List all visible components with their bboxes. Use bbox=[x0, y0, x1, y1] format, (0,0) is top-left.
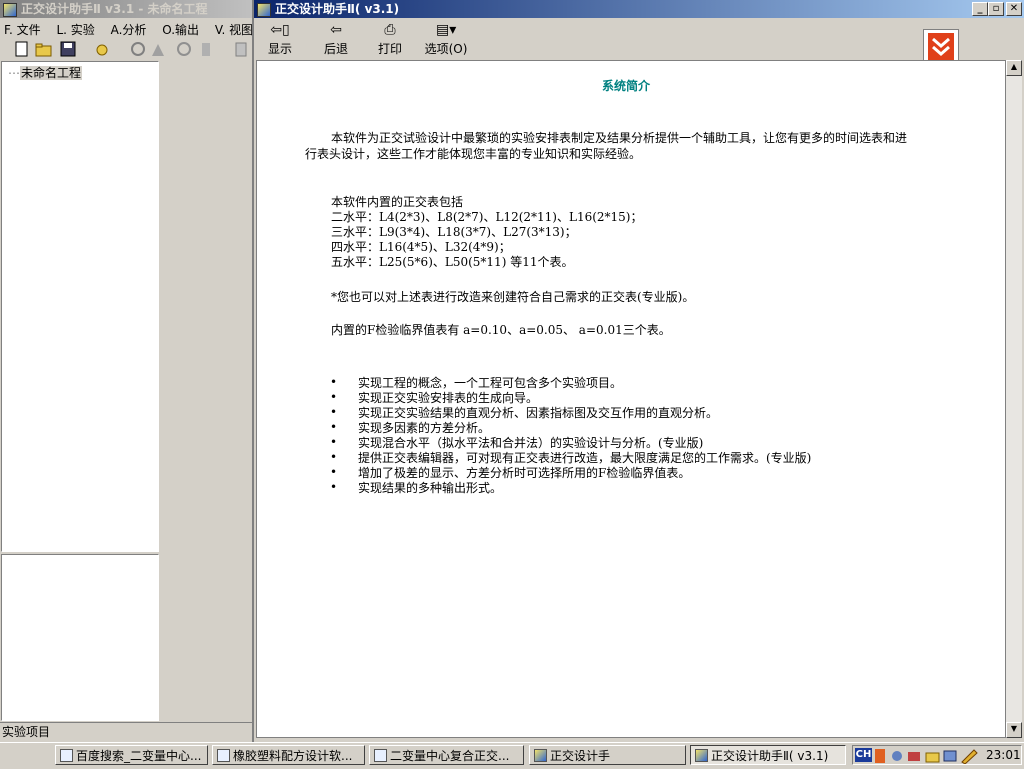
bullet-icon: • bbox=[330, 465, 338, 479]
scroll-down-button[interactable]: ▼ bbox=[1006, 722, 1022, 738]
back-button[interactable]: ⇦ 后退 bbox=[312, 22, 360, 57]
wizard-icon[interactable] bbox=[96, 44, 108, 56]
bullet-icon: • bbox=[330, 390, 338, 404]
printer-icon: ⎙ bbox=[384, 22, 396, 38]
menu-file[interactable]: F. 文件 bbox=[4, 23, 41, 37]
taskbar-button-rubber[interactable]: 橡胶塑料配方设计软... bbox=[212, 745, 365, 765]
ie-icon bbox=[60, 749, 73, 762]
close-button[interactable]: ✕ bbox=[1006, 2, 1022, 16]
menu-bar: F. 文件 L. 实验 A.分析 O.输出 V. 视图 bbox=[4, 21, 252, 37]
print-label: 打印 bbox=[377, 42, 402, 56]
system-tray: CH 23:01 bbox=[852, 745, 1022, 765]
tools-icon[interactable] bbox=[202, 43, 210, 56]
options-button[interactable]: ▤▾ 选项(O) bbox=[418, 22, 474, 57]
menu-view[interactable]: V. 视图 bbox=[215, 23, 252, 37]
refresh-icon[interactable] bbox=[177, 42, 191, 56]
network-tray-icon[interactable] bbox=[908, 752, 920, 761]
taskbar-button-orthogonal[interactable]: 正交设计手 bbox=[529, 745, 686, 765]
show-button[interactable]: ⇦▯ 显示 bbox=[256, 22, 304, 57]
download-tray-icon[interactable] bbox=[875, 749, 885, 763]
ie-icon bbox=[217, 749, 230, 762]
double-chevron-down-icon bbox=[928, 33, 954, 61]
table-row: 五水平：L25(5*6)、L50(5*11) 等11个表。 bbox=[331, 255, 574, 269]
help-app-icon bbox=[695, 749, 708, 762]
bullet-icon: • bbox=[330, 405, 338, 419]
clock[interactable]: 23:01 bbox=[986, 746, 1021, 764]
back-arrow-icon: ⇦ bbox=[330, 22, 342, 38]
main-window-title: 正交设计助手Ⅱ v3.1 - 未命名工程 bbox=[21, 2, 208, 16]
status-bar: 实验项目 bbox=[0, 722, 254, 741]
task-label: 二变量中心复合正交... bbox=[390, 749, 510, 763]
bullet-icon: • bbox=[330, 420, 338, 434]
options-label: 选项(O) bbox=[424, 42, 468, 56]
status-text: 实验项目 bbox=[2, 725, 51, 739]
project-tree[interactable]: ⋯未命名工程 bbox=[1, 61, 159, 552]
list-item: 实现结果的多种输出形式。 bbox=[358, 481, 503, 495]
tree-root-item[interactable]: 未命名工程 bbox=[20, 66, 83, 80]
bullet-icon: • bbox=[330, 375, 338, 389]
help-app-icon bbox=[257, 2, 271, 17]
taskbar-button-help[interactable]: 正交设计助手Ⅱ( v3.1) bbox=[690, 745, 846, 765]
task-label: 橡胶塑料配方设计软... bbox=[233, 749, 353, 763]
print-button[interactable]: ⎙ 打印 bbox=[366, 22, 414, 57]
taskbar-button-twovar[interactable]: 二变量中心复合正交... bbox=[369, 745, 524, 765]
show-label: 显示 bbox=[267, 42, 292, 56]
note-f-table: 内置的F检验临界值表有 a=0.10、a=0.05、 a=0.01三个表。 bbox=[331, 323, 671, 337]
monitor-tray-icon[interactable] bbox=[943, 750, 957, 762]
main-toolbar bbox=[2, 39, 252, 59]
menu-output[interactable]: O.输出 bbox=[162, 23, 199, 37]
chart-icon[interactable] bbox=[152, 44, 164, 56]
app-icon bbox=[3, 2, 17, 17]
task-label: 正交设计手 bbox=[550, 749, 611, 763]
bullet-icon: • bbox=[330, 480, 338, 494]
window-border bbox=[252, 0, 254, 742]
analysis-icon[interactable] bbox=[131, 42, 145, 56]
menu-analysis[interactable]: A.分析 bbox=[111, 23, 147, 37]
ie-icon bbox=[374, 749, 387, 762]
back-label: 后退 bbox=[323, 42, 348, 56]
open-folder-icon[interactable] bbox=[35, 43, 52, 57]
help-window-titlebar[interactable]: 正交设计助手Ⅱ( v3.1) bbox=[254, 0, 1024, 18]
help-icon[interactable] bbox=[235, 42, 247, 57]
note-modify: *您也可以对上述表进行改造来创建符合自己需求的正交表(专业版)。 bbox=[331, 290, 695, 304]
app-icon bbox=[534, 749, 547, 762]
main-window-titlebar[interactable]: 正交设计助手Ⅱ v3.1 - 未命名工程 bbox=[0, 0, 252, 18]
minimize-button[interactable]: _ bbox=[972, 2, 988, 16]
folder-tray-icon[interactable] bbox=[925, 752, 940, 763]
ime-indicator[interactable]: CH bbox=[855, 748, 872, 762]
pencil-tray-icon[interactable] bbox=[961, 749, 978, 764]
save-icon[interactable] bbox=[60, 41, 76, 57]
help-window-title: 正交设计助手Ⅱ( v3.1) bbox=[275, 2, 400, 16]
menu-experiment[interactable]: L. 实验 bbox=[56, 23, 94, 37]
intro-line-2: 行表头设计，这些工作才能体现您丰富的专业知识和实际经验。 bbox=[305, 147, 642, 161]
bullet-icon: • bbox=[330, 435, 338, 449]
vertical-scrollbar[interactable]: ▲ ▼ bbox=[1006, 60, 1022, 738]
task-label: 正交设计助手Ⅱ( v3.1) bbox=[711, 749, 829, 763]
show-icon: ⇦▯ bbox=[270, 22, 290, 38]
volume-tray-icon[interactable] bbox=[892, 751, 902, 761]
bullet-icon: • bbox=[330, 450, 338, 464]
help-toolbar: ⇦▯ 显示 ⇦ 后退 ⎙ 打印 ▤▾ 选项(O) bbox=[254, 18, 1024, 65]
new-file-icon[interactable] bbox=[15, 41, 28, 57]
scroll-up-button[interactable]: ▲ bbox=[1006, 60, 1022, 76]
taskbar-button-baidu[interactable]: 百度搜索_二变量中心... bbox=[55, 745, 208, 765]
left-pane-background bbox=[160, 61, 250, 721]
content-heading: 系统简介 bbox=[602, 79, 651, 93]
task-label: 百度搜索_二变量中心... bbox=[76, 749, 202, 763]
intro-line-1: 本软件为正交试验设计中最繁琐的实验安排表制定及结果分析提供一个辅助工具，让您有更… bbox=[331, 131, 908, 145]
experiment-list[interactable] bbox=[1, 554, 159, 721]
restore-button[interactable]: ▫ bbox=[988, 2, 1004, 16]
options-icon: ▤▾ bbox=[436, 22, 457, 38]
